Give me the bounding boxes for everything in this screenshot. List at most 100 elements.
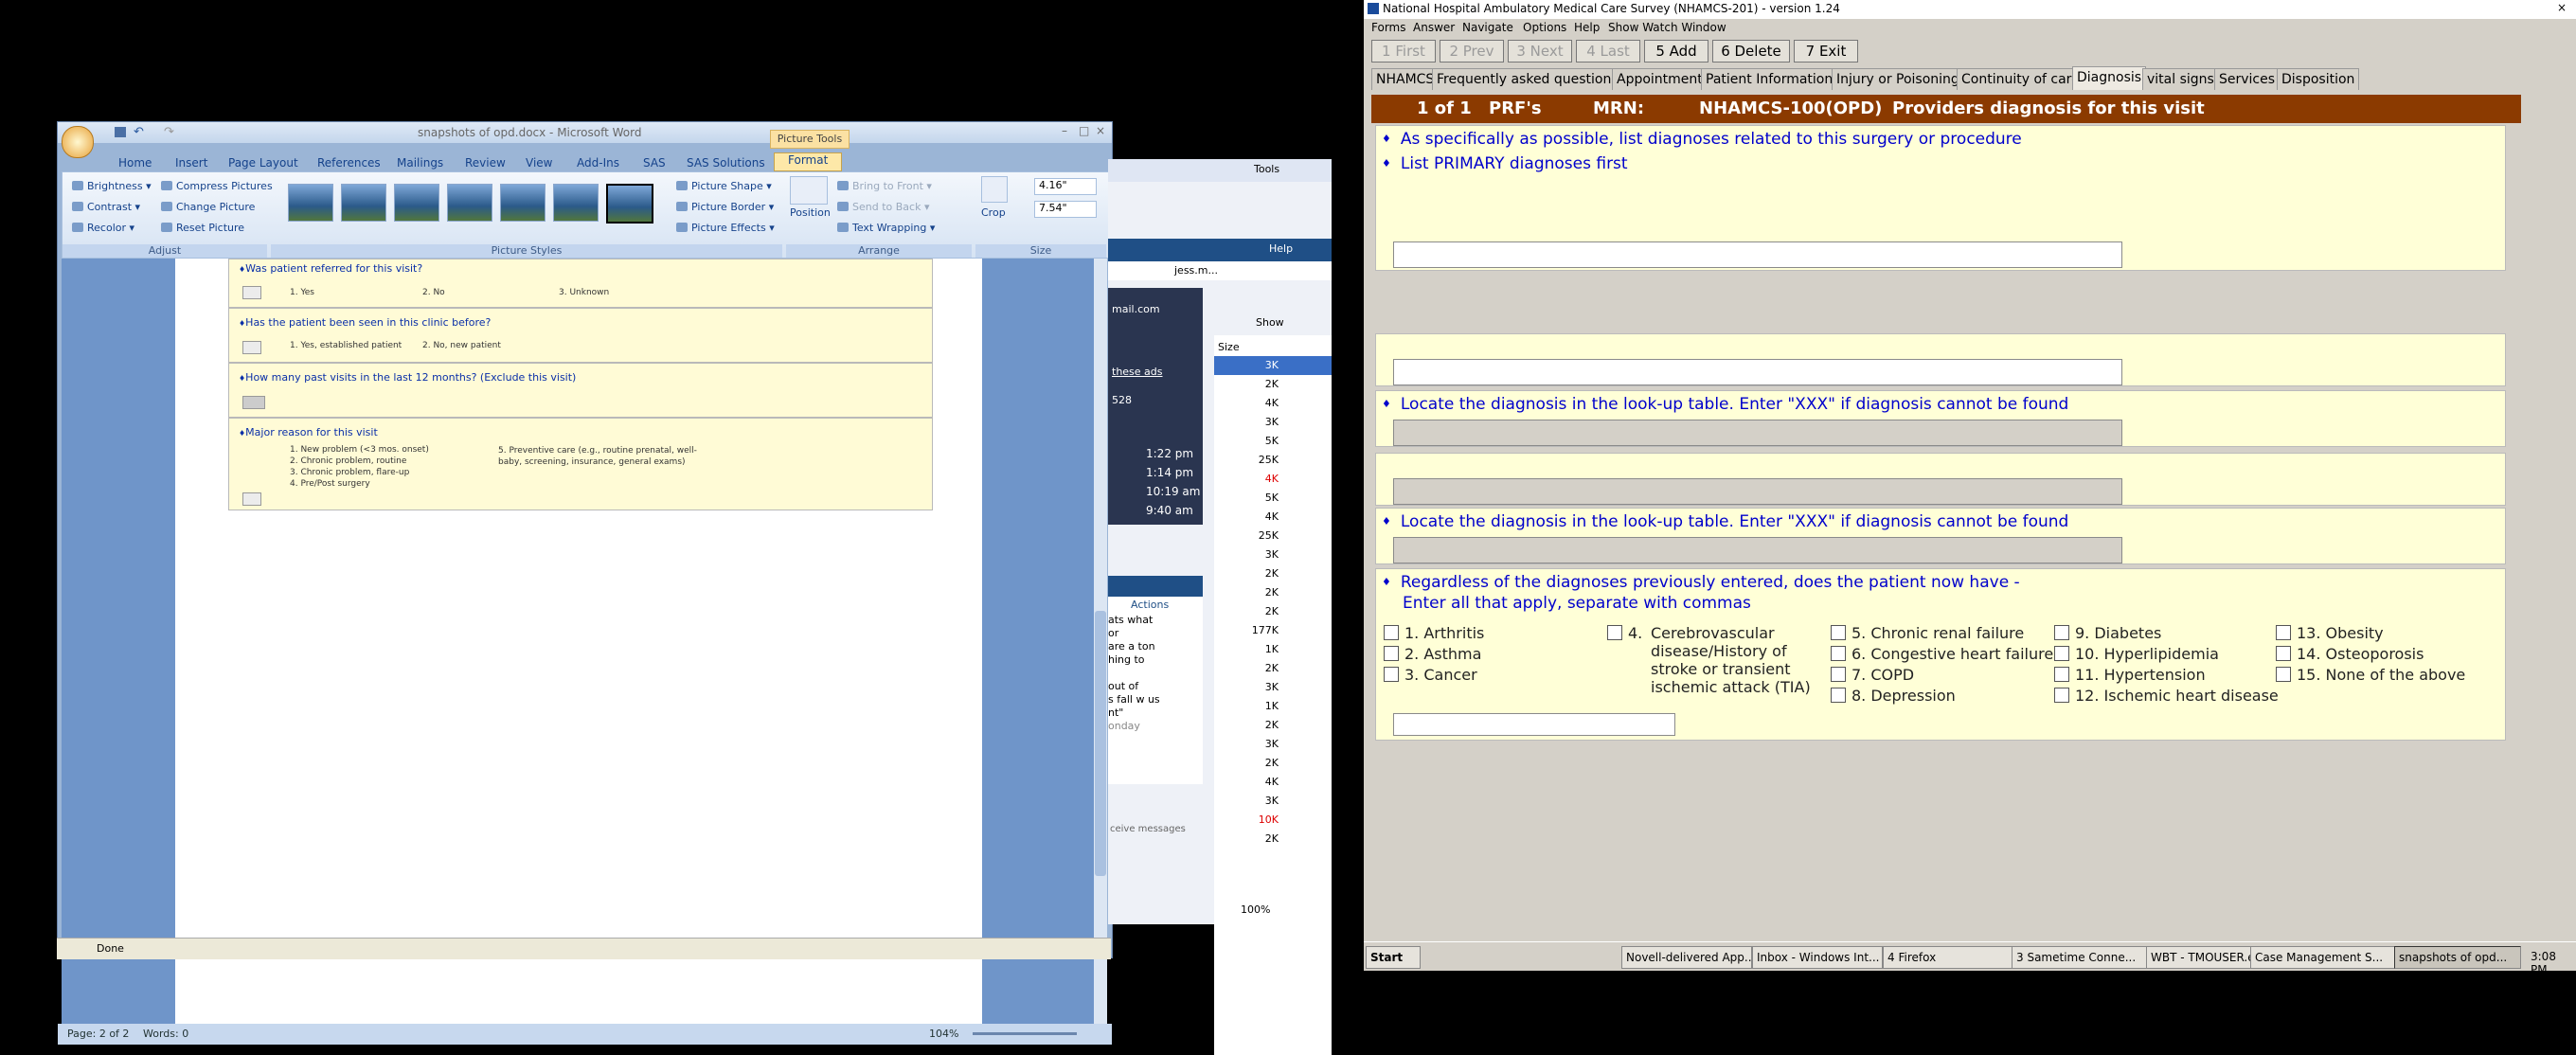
- answer-box[interactable]: [242, 396, 265, 409]
- word-count[interactable]: Words: 0: [143, 1028, 188, 1040]
- checkbox[interactable]: [2054, 646, 2069, 661]
- condition-none[interactable]: 15. None of the above: [2276, 666, 2465, 684]
- tab-page-layout[interactable]: Page Layout: [228, 156, 298, 170]
- width-field[interactable]: 7.54": [1034, 201, 1097, 218]
- checkbox[interactable]: [2276, 667, 2291, 682]
- document-page[interactable]: Was patient referred for this visit? 1. …: [175, 259, 982, 1026]
- message-size[interactable]: 3K: [1214, 735, 1332, 754]
- office-button[interactable]: [62, 126, 94, 158]
- prev-button[interactable]: 2 Prev: [1440, 40, 1504, 63]
- picture-style-7[interactable]: [606, 184, 653, 224]
- tab-diagnosis[interactable]: Diagnosis: [2072, 66, 2147, 90]
- zoom-slider[interactable]: [973, 1032, 1077, 1035]
- picture-border-button[interactable]: Picture Border ▾: [676, 201, 774, 213]
- tab-faq[interactable]: Frequently asked questions: [1432, 68, 1623, 90]
- option-preventive-care[interactable]: 5. Preventive care (e.g., routine prenat…: [498, 445, 697, 468]
- message-size[interactable]: 5K: [1214, 489, 1332, 508]
- picture-style-5[interactable]: [500, 184, 546, 222]
- text-wrapping-button[interactable]: Text Wrapping ▾: [837, 222, 935, 234]
- position-button[interactable]: Position: [790, 206, 831, 219]
- picture-style-3[interactable]: [394, 184, 439, 222]
- condition-hyperlipidemia[interactable]: 10. Hyperlipidemia: [2054, 645, 2219, 663]
- delete-button[interactable]: 6 Delete: [1712, 40, 1790, 63]
- clock[interactable]: 3:08 PM: [2531, 950, 2576, 976]
- answer-box[interactable]: [242, 341, 261, 354]
- option-established[interactable]: 1. Yes, established patient: [290, 341, 402, 350]
- taskbar-sametime[interactable]: 3 Sametime Conne...: [2012, 946, 2148, 969]
- message-size[interactable]: 2K: [1214, 564, 1332, 583]
- size-column-header[interactable]: Size: [1218, 341, 1240, 353]
- chat-user[interactable]: jess.m...: [1174, 264, 1218, 277]
- exit-button[interactable]: 7 Exit: [1794, 40, 1858, 63]
- message-size[interactable]: 2K: [1214, 754, 1332, 773]
- diagnosis-code-2-field[interactable]: [1393, 537, 2122, 563]
- tab-patient-information[interactable]: Patient Information: [1701, 68, 1838, 90]
- message-size[interactable]: 3K: [1214, 545, 1332, 564]
- checkbox[interactable]: [2054, 688, 2069, 703]
- menu-watch-window[interactable]: Show Watch Window: [1608, 21, 1726, 34]
- message-size[interactable]: 4K: [1214, 470, 1332, 489]
- vertical-scrollbar[interactable]: [1094, 259, 1107, 1024]
- checkbox[interactable]: [1607, 625, 1622, 640]
- menu-navigate[interactable]: Navigate: [1462, 21, 1513, 34]
- taskbar-wbt[interactable]: WBT - TMOUSER.exe: [2146, 946, 2252, 969]
- picture-shape-button[interactable]: Picture Shape ▾: [676, 180, 772, 192]
- condition-congestive-heart-failure[interactable]: 6. Congestive heart failure: [1831, 645, 2053, 663]
- tab-appointment[interactable]: Appointment: [1612, 68, 1708, 90]
- condition-cerebrovascular[interactable]: 4.: [1607, 624, 1642, 642]
- condition-cancer[interactable]: 3. Cancer: [1384, 666, 1477, 684]
- option-chronic-flare[interactable]: 3. Chronic problem, flare-up: [290, 468, 409, 477]
- tab-references[interactable]: References: [317, 156, 381, 170]
- tab-format[interactable]: Format: [774, 152, 843, 171]
- undo-icon[interactable]: ↶: [134, 125, 144, 139]
- condition-asthma[interactable]: 2. Asthma: [1384, 645, 1481, 663]
- condition-obesity[interactable]: 13. Obesity: [2276, 624, 2384, 642]
- message-size[interactable]: 10K: [1214, 811, 1332, 830]
- message-size[interactable]: 3K: [1214, 678, 1332, 697]
- message-size[interactable]: 1K: [1214, 697, 1332, 716]
- actions-menu[interactable]: Actions: [1131, 599, 1169, 611]
- recolor-button[interactable]: Recolor ▾: [72, 222, 134, 234]
- page-count[interactable]: Page: 2 of 2: [67, 1028, 129, 1040]
- message-size[interactable]: 2K: [1214, 583, 1332, 602]
- message-size[interactable]: 3K: [1214, 356, 1332, 375]
- diagnosis-3-input[interactable]: [1393, 478, 2122, 505]
- checkbox[interactable]: [1831, 667, 1846, 682]
- brightness-button[interactable]: Brightness ▾: [72, 180, 152, 192]
- message-size[interactable]: 3K: [1214, 792, 1332, 811]
- scroll-thumb[interactable]: [1095, 611, 1106, 876]
- option-unknown[interactable]: 3. Unknown: [559, 288, 609, 297]
- add-button[interactable]: 5 Add: [1644, 40, 1708, 63]
- picture-style-1[interactable]: [288, 184, 333, 222]
- show-menu[interactable]: Show: [1256, 316, 1284, 329]
- message-size[interactable]: 25K: [1214, 451, 1332, 470]
- message-size[interactable]: 4K: [1214, 508, 1332, 527]
- message-size[interactable]: 2K: [1214, 716, 1332, 735]
- message-size[interactable]: 2K: [1214, 375, 1332, 394]
- tab-add-ins[interactable]: Add-Ins: [577, 156, 619, 170]
- taskbar-novell[interactable]: Novell-delivered App...: [1621, 946, 1752, 969]
- taskbar-inbox[interactable]: Inbox - Windows Int...: [1752, 946, 1883, 969]
- first-button[interactable]: 1 First: [1371, 40, 1436, 63]
- option-yes[interactable]: 1. Yes: [290, 288, 314, 297]
- picture-style-6[interactable]: [553, 184, 599, 222]
- checkbox[interactable]: [1384, 667, 1399, 682]
- checkbox[interactable]: [1831, 688, 1846, 703]
- ads-link[interactable]: these ads: [1112, 366, 1163, 378]
- taskbar-case-management[interactable]: Case Management S...: [2250, 946, 2396, 969]
- tab-vital-signs[interactable]: vital signs: [2142, 68, 2219, 90]
- tab-services[interactable]: Services: [2214, 68, 2281, 90]
- picture-style-2[interactable]: [341, 184, 386, 222]
- checkbox[interactable]: [2054, 625, 2069, 640]
- start-button[interactable]: Start: [1366, 946, 1421, 969]
- condition-diabetes[interactable]: 9. Diabetes: [2054, 624, 2161, 642]
- crop-button[interactable]: Crop: [981, 206, 1006, 219]
- checkbox[interactable]: [2276, 625, 2291, 640]
- taskbar-firefox[interactable]: 4 Firefox: [1883, 946, 2013, 969]
- diagnosis-2-input[interactable]: [1393, 359, 2122, 385]
- tab-nhamcs[interactable]: NHAMCS: [1371, 68, 1440, 90]
- tab-mailings[interactable]: Mailings: [397, 156, 443, 170]
- message-size[interactable]: 25K: [1214, 527, 1332, 545]
- minimize-button[interactable]: –: [1062, 124, 1067, 137]
- taskbar-snapshots[interactable]: snapshots of opd...: [2394, 946, 2521, 969]
